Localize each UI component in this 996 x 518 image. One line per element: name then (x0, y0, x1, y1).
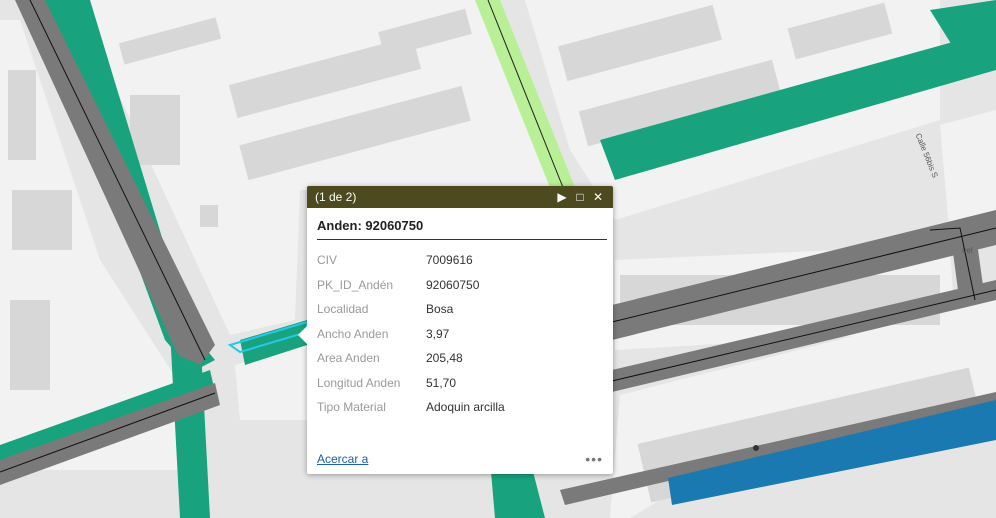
popup-pointer (298, 326, 307, 344)
feature-popup: (1 de 2) ▶ □ ✕ Anden: 92060750 CIV 70096… (298, 186, 613, 474)
building (200, 205, 218, 227)
map-point (753, 445, 759, 451)
attribute-key: Localidad (317, 302, 369, 317)
attribute-key: PK_ID_Andén (317, 277, 394, 292)
building (130, 95, 180, 165)
attribute-row: CIV 7009616 (317, 248, 505, 273)
attribute-value: Adoquin arcilla (426, 400, 505, 415)
building (8, 70, 36, 160)
attribute-key: Tipo Material (317, 400, 386, 415)
attribute-value: 51,70 (426, 375, 457, 390)
attribute-value: 3,97 (426, 326, 450, 341)
attribute-row: Ancho Anden 3,97 (317, 322, 505, 347)
attribute-key: Area Anden (317, 351, 380, 366)
attribute-row: Tipo Material Adoquin arcilla (317, 395, 505, 420)
popup-header: (1 de 2) ▶ □ ✕ (307, 186, 613, 208)
zoom-to-link[interactable]: Acercar a (317, 452, 585, 466)
building (10, 300, 50, 390)
attribute-key: CIV (317, 253, 338, 268)
attribute-row: Longitud Anden 51,70 (317, 371, 505, 396)
building (12, 190, 72, 250)
popup-title: Anden: 92060750 (317, 218, 607, 240)
attribute-row: Localidad Bosa (317, 297, 505, 322)
attribute-table: CIV 7009616 PK_ID_Andén 92060750 Localid… (317, 248, 505, 420)
attribute-value: Bosa (426, 302, 454, 317)
popup-footer: Acercar a ••• (317, 450, 603, 468)
maximize-icon[interactable]: □ (571, 188, 589, 206)
attribute-key: Longitud Anden (317, 375, 401, 390)
play-icon[interactable]: ▶ (553, 188, 571, 206)
attribute-row: PK_ID_Andén 92060750 (317, 273, 505, 298)
feature-count: (1 de 2) (315, 190, 357, 204)
street-label: uel (962, 246, 973, 255)
attribute-value: 7009616 (426, 253, 473, 268)
attribute-value: 205,48 (426, 351, 463, 366)
attribute-value: 92060750 (426, 277, 480, 292)
close-icon[interactable]: ✕ (589, 188, 607, 206)
more-options-icon[interactable]: ••• (585, 451, 603, 467)
attribute-row: Area Anden 205,48 (317, 346, 505, 371)
attribute-key: Ancho Anden (317, 326, 389, 341)
